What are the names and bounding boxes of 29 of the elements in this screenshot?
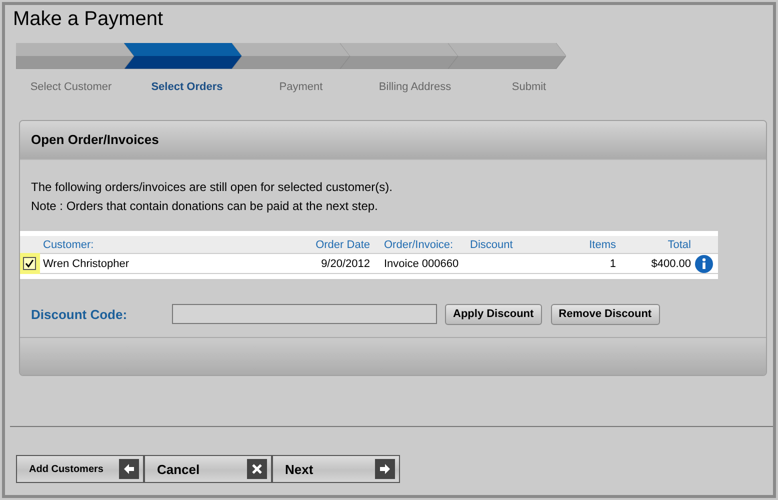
- discount-label: Discount Code:: [31, 306, 128, 322]
- column-header: Discount: [470, 238, 514, 250]
- step-label[interactable]: Payment: [244, 81, 358, 95]
- table-cell-text: 1: [608, 258, 616, 270]
- table-cell-text: 9/20/2012: [320, 258, 370, 270]
- back-button[interactable]: Add Customers: [16, 455, 144, 483]
- info-text: Note : Orders that contain donations can be paid at the next step.: [30, 198, 379, 215]
- next-button[interactable]: Next: [272, 455, 400, 483]
- step-label[interactable]: Select Customer: [12, 81, 130, 95]
- column-header: Total: [666, 238, 691, 250]
- discount-field[interactable]: [172, 304, 437, 324]
- step-label[interactable]: Select Orders: [130, 81, 244, 95]
- column-header: Items: [588, 238, 616, 250]
- info-icon[interactable]: [695, 254, 713, 272]
- table-cell-text: Wren Christopher: [43, 258, 130, 270]
- step-label[interactable]: Submit: [472, 81, 586, 95]
- table-cell-text: Invoice 000660: [383, 258, 460, 270]
- discount-button[interactable]: Remove Discount: [550, 304, 660, 324]
- step-label[interactable]: Billing Address: [358, 81, 472, 95]
- cancel-button[interactable]: Cancel: [144, 455, 272, 483]
- table-cell-text: $400.00: [650, 258, 691, 270]
- column-header: Customer:: [43, 238, 95, 250]
- discount-button[interactable]: Apply Discount: [445, 304, 542, 324]
- close-icon: [247, 459, 267, 479]
- page-title: Make a Payment: [12, 7, 164, 32]
- column-header: Order/Invoice:: [383, 238, 454, 250]
- column-header: Order Date: [314, 238, 370, 250]
- info-text: The following orders/invoices are still open for selected customer(s).: [30, 179, 394, 196]
- panel-title: Open Order/Invoices: [20, 121, 766, 160]
